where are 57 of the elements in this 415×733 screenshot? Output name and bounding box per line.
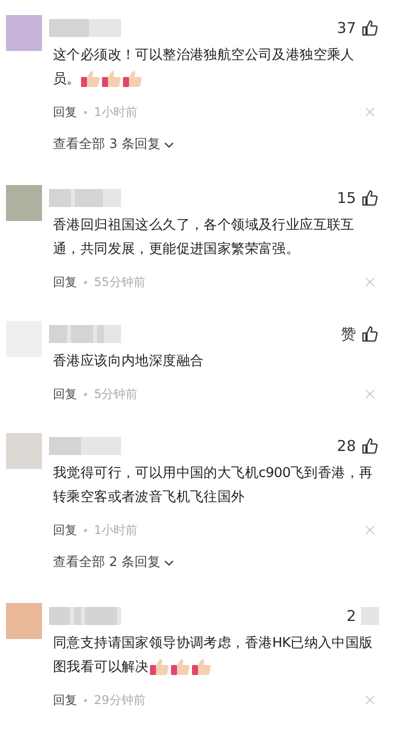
avatar[interactable] xyxy=(6,603,42,639)
reply-link[interactable]: 回复 xyxy=(53,691,77,709)
reply-link[interactable]: 回复 xyxy=(53,521,77,539)
separator-dot xyxy=(84,528,87,532)
thumbs-up-emoji-icon xyxy=(101,70,122,88)
separator-dot xyxy=(84,698,87,702)
comment-text: 员。 xyxy=(53,70,80,89)
chevron-down-icon xyxy=(164,558,174,567)
comment-text: 这个必须改！可以整治港独航空公司及港独空乘人 xyxy=(53,46,354,65)
close-icon[interactable] xyxy=(365,695,375,705)
thumbs-up-icon[interactable] xyxy=(361,189,379,207)
thumbs-up-icon[interactable] xyxy=(361,325,379,343)
timestamp: 1小时前 xyxy=(94,522,138,539)
thumbs-up-emoji-icon xyxy=(122,70,142,88)
avatar[interactable] xyxy=(6,15,42,51)
like-count: 赞 xyxy=(341,324,356,345)
comment-text: 图我看可以解决 xyxy=(53,658,149,677)
separator-dot xyxy=(84,392,87,396)
close-icon[interactable] xyxy=(365,277,375,287)
comment-text: 我觉得可行，可以用中国的大飞机c900飞到香港，再 xyxy=(53,464,373,483)
like-count: 2 xyxy=(346,606,356,627)
redacted-username xyxy=(49,607,121,625)
comment-text: 同意支持请国家领导协调考虑，香港HK已纳入中国版 xyxy=(53,634,373,653)
timestamp: 1小时前 xyxy=(94,104,138,121)
timestamp: 29分钟前 xyxy=(94,692,146,709)
redacted-username xyxy=(49,325,121,343)
separator-dot xyxy=(84,110,87,114)
like-count: 15 xyxy=(336,188,356,209)
timestamp: 5分钟前 xyxy=(94,386,138,403)
reply-link[interactable]: 回复 xyxy=(53,103,77,121)
redacted-username xyxy=(49,19,121,37)
reply-link[interactable]: 回复 xyxy=(53,273,77,291)
close-icon[interactable] xyxy=(365,525,375,535)
thumbs-up-icon[interactable] xyxy=(361,437,379,455)
like-count: 37 xyxy=(336,18,356,39)
comment-text: 香港回归祖国这么久了，各个领域及行业应互联互 xyxy=(53,216,354,235)
thumbs-up-icon[interactable] xyxy=(361,19,379,37)
reply-link[interactable]: 回复 xyxy=(53,385,77,403)
chevron-down-icon xyxy=(164,140,174,149)
separator-dot xyxy=(84,280,87,284)
redacted-username xyxy=(49,437,121,455)
like-count: 28 xyxy=(336,436,356,457)
thumbs-up-emoji-icon xyxy=(80,70,100,88)
thumbs-up-emoji-icon xyxy=(190,658,211,676)
view-replies-link[interactable]: 查看全部 2 条回复 xyxy=(53,553,174,572)
thumbs-up-emoji-icon xyxy=(148,658,169,676)
redacted-username xyxy=(49,189,121,207)
avatar[interactable] xyxy=(6,433,42,469)
timestamp: 55分钟前 xyxy=(94,274,146,291)
comment-text: 通，共同发展，更能促进国家繁荣富强。 xyxy=(53,240,300,259)
view-replies-link[interactable]: 查看全部 3 条回复 xyxy=(53,135,174,154)
comment-text: 转乘空客或者波音飞机飞往国外 xyxy=(53,488,245,507)
close-icon[interactable] xyxy=(365,389,375,399)
thumbs-up-emoji-icon xyxy=(170,658,190,676)
avatar[interactable] xyxy=(6,185,42,221)
close-icon[interactable] xyxy=(365,107,375,117)
comment-text: 香港应该向内地深度融合 xyxy=(53,352,204,371)
